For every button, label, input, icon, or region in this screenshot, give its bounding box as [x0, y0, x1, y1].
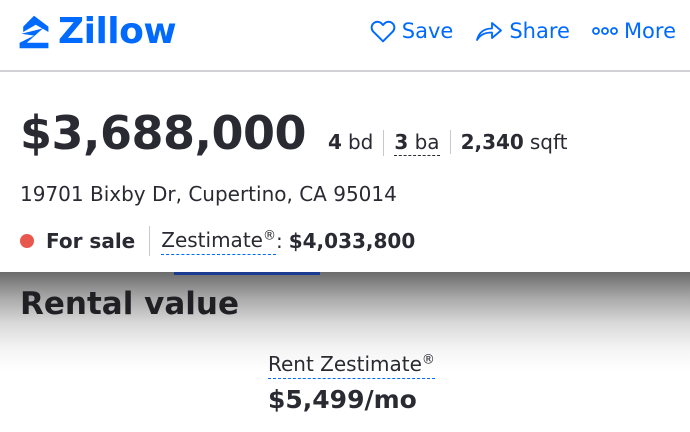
- registered-mark: ®: [421, 352, 435, 368]
- price-row: $3,688,000 4 bd 3 ba 2,340 sqft: [20, 110, 577, 156]
- beds-unit: bd: [347, 130, 374, 154]
- more-label: More: [623, 18, 676, 43]
- save-label: Save: [401, 18, 454, 43]
- beds-value: 4: [328, 130, 342, 154]
- zestimate-colon: :: [275, 229, 283, 253]
- status-row: For sale Zestimate®: $4,033,800: [20, 226, 415, 256]
- logo-text: Zillow: [58, 11, 177, 52]
- baths-fact[interactable]: 3 ba: [383, 130, 449, 156]
- sqft-fact: 2,340 sqft: [449, 130, 578, 154]
- registered-mark: ®: [262, 227, 276, 243]
- baths-value: 3: [394, 130, 409, 154]
- baths-tooltip-trigger[interactable]: 3 ba: [394, 130, 440, 156]
- status-dot: [20, 234, 34, 248]
- sqft-value: 2,340: [460, 130, 524, 154]
- app-frame: Zillow Save Share More $3,688,000 4 bd 3…: [0, 0, 690, 432]
- zillow-logo[interactable]: Zillow: [16, 10, 177, 54]
- baths-unit: ba: [414, 130, 440, 154]
- rental-value-section: Rental value Rent Zestimate® $5,499/mo: [0, 272, 690, 432]
- home-facts: 4 bd 3 ba 2,340 sqft: [326, 130, 577, 156]
- zestimate-link[interactable]: Zestimate®: [161, 228, 276, 255]
- status-badge: For sale: [46, 229, 136, 253]
- top-header: Zillow Save Share More: [0, 0, 690, 72]
- section-title: Rental value: [20, 286, 239, 322]
- listing-summary: $3,688,000 4 bd 3 ba 2,340 sqft 19701 Bi…: [0, 74, 690, 272]
- share-label: Share: [509, 18, 570, 43]
- rent-zestimate-value: $5,499/mo: [268, 385, 417, 414]
- save-button[interactable]: Save: [370, 18, 454, 43]
- share-button[interactable]: Share: [475, 19, 570, 43]
- zestimate-label: Zestimate: [161, 227, 263, 252]
- heart-icon: [370, 20, 396, 43]
- sqft-unit: sqft: [529, 130, 568, 154]
- rent-zestimate-label: Rent Zestimate: [268, 352, 422, 376]
- more-button[interactable]: More: [592, 18, 676, 43]
- divider: [149, 226, 151, 256]
- listing-address: 19701 Bixby Dr, Cupertino, CA 95014: [20, 182, 397, 206]
- zillow-logo-icon: [19, 15, 49, 49]
- zestimate-value: $4,033,800: [288, 229, 416, 253]
- rent-zestimate-block: Rent Zestimate® $5,499/mo: [268, 352, 435, 414]
- active-tab-indicator: [174, 272, 320, 275]
- rent-zestimate-link[interactable]: Rent Zestimate®: [268, 352, 435, 379]
- beds-fact: 4 bd: [326, 130, 383, 154]
- listing-price: $3,688,000: [20, 106, 307, 160]
- share-icon: [476, 22, 503, 41]
- more-icon: [592, 27, 618, 35]
- header-actions: Save Share More: [370, 14, 676, 48]
